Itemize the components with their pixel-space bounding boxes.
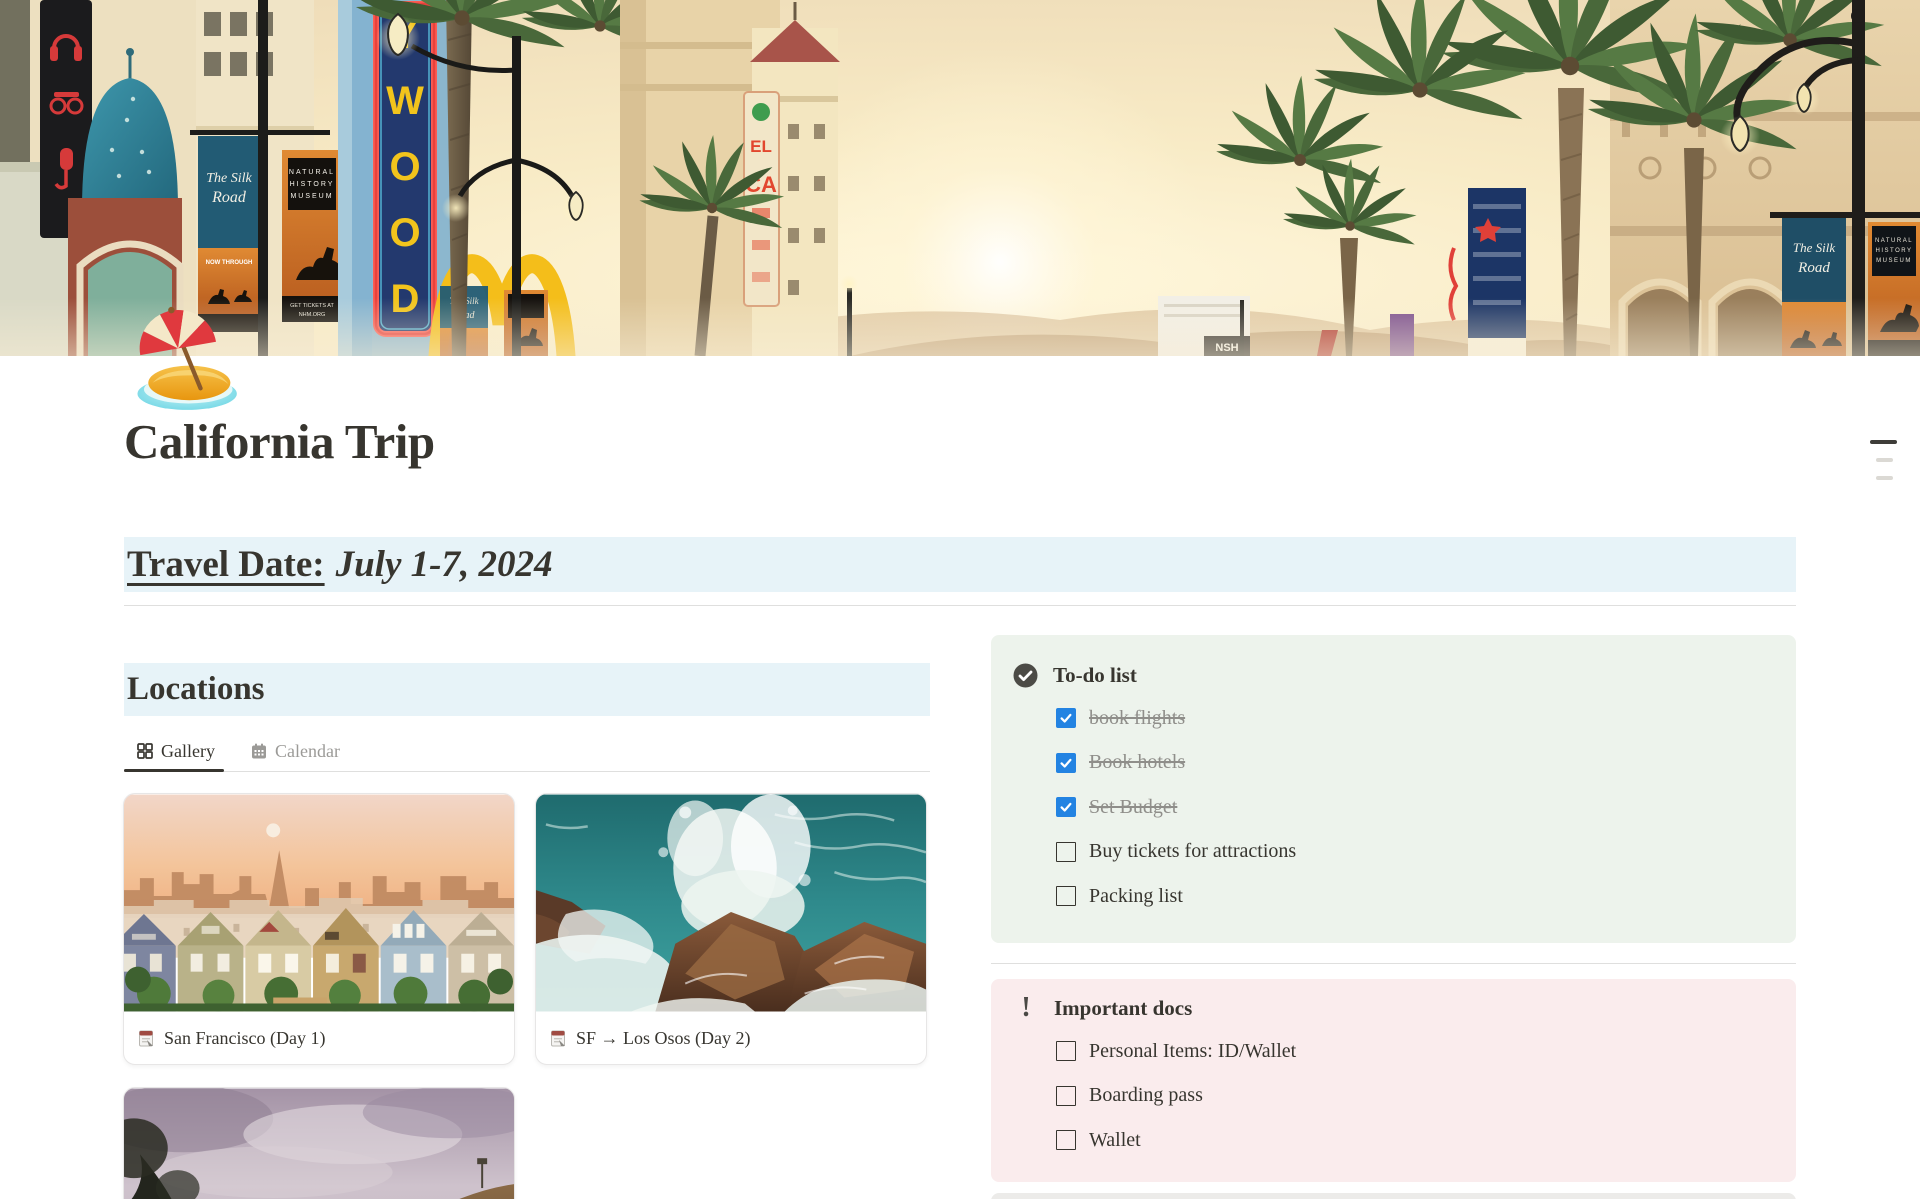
- todo-list-panel: To-do list book flights Book hotels Set …: [991, 635, 1796, 943]
- todo-item-label: Packing list: [1089, 885, 1183, 908]
- locations-heading: Locations: [124, 663, 930, 716]
- toc-line: [1876, 458, 1893, 462]
- cover-image: NSH: [0, 0, 1920, 356]
- tab-calendar[interactable]: Calendar: [251, 731, 340, 771]
- san-francisco-painted-ladies-image: [124, 794, 514, 1012]
- card-title: SF → Los Osos (Day 2): [576, 1028, 751, 1049]
- svg-text:MUSEUM: MUSEUM: [290, 193, 333, 200]
- checkbox-checked[interactable]: [1056, 708, 1076, 728]
- svg-text:Road: Road: [211, 189, 247, 206]
- svg-text:HISTORY: HISTORY: [290, 181, 335, 188]
- todo-item-label: Book hotels: [1089, 751, 1185, 774]
- checkbox-checked[interactable]: [1056, 753, 1076, 773]
- svg-text:MUSEUM: MUSEUM: [1876, 258, 1912, 264]
- todo-header: To-do list: [1013, 663, 1772, 688]
- memo-page-icon: [138, 1030, 155, 1047]
- svg-text:W: W: [386, 79, 424, 123]
- next-panel-edge: [991, 1193, 1796, 1199]
- docs-item: Wallet: [1056, 1118, 1772, 1163]
- divider: [124, 605, 1796, 606]
- ocean-waves-rocks-image: [536, 794, 926, 1012]
- todo-item: book flights: [1056, 696, 1772, 741]
- todo-title: To-do list: [1053, 663, 1137, 688]
- card-caption: SF → Los Osos (Day 2): [536, 1012, 926, 1064]
- important-docs-panel: ! Important docs Personal Items: ID/Wall…: [991, 979, 1796, 1182]
- todo-item: Packing list: [1056, 874, 1772, 919]
- svg-text:The Silk: The Silk: [1793, 240, 1835, 255]
- todo-item: Set Budget: [1056, 785, 1772, 830]
- svg-text:O: O: [389, 145, 420, 189]
- tab-gallery-label: Gallery: [161, 741, 215, 762]
- checkbox-unchecked[interactable]: [1056, 842, 1076, 862]
- checkbox-unchecked[interactable]: [1056, 1041, 1076, 1061]
- gallery-grid-icon: [137, 743, 153, 759]
- toc-line-active: [1870, 440, 1897, 444]
- travel-date-block: Travel Date: July 1-7, 2024: [124, 537, 1796, 592]
- card-title: San Francisco (Day 1): [164, 1028, 325, 1049]
- todo-item-label: Buy tickets for attractions: [1089, 840, 1296, 863]
- view-tabs: Gallery Calendar: [124, 731, 930, 772]
- todo-item: Book hotels: [1056, 741, 1772, 786]
- todo-items: book flights Book hotels Set Budget Buy …: [1056, 696, 1772, 919]
- hollywood-sign-image: HOLLYWOOD: [124, 1088, 514, 1199]
- todo-item: Buy tickets for attractions: [1056, 830, 1772, 875]
- beach-with-umbrella-icon: [131, 303, 239, 411]
- docs-item-label: Personal Items: ID/Wallet: [1089, 1040, 1296, 1063]
- checkbox-unchecked[interactable]: [1056, 1130, 1076, 1150]
- page-title: California Trip: [124, 413, 435, 470]
- todo-item-label: book flights: [1089, 707, 1185, 730]
- museum-banner: NATURAL HISTORY MUSEUM GET TICKETS AT NH…: [282, 150, 342, 322]
- travel-date-label: Travel Date:: [127, 543, 325, 586]
- checkbox-unchecked[interactable]: [1056, 886, 1076, 906]
- card-caption: San Francisco (Day 1): [124, 1012, 514, 1064]
- hollywood-boulevard-sunset-art: NSH: [0, 0, 1920, 356]
- toc-line: [1876, 476, 1893, 480]
- svg-text:Road: Road: [1797, 260, 1830, 276]
- todo-item-label: Set Budget: [1089, 796, 1177, 819]
- calendar-icon: [251, 743, 267, 759]
- check-circle-icon: [1013, 663, 1038, 688]
- checkbox-checked[interactable]: [1056, 797, 1076, 817]
- table-of-contents-indicator[interactable]: [1869, 440, 1897, 494]
- memo-page-icon: [550, 1030, 567, 1047]
- tab-calendar-label: Calendar: [275, 741, 340, 762]
- docs-title: Important docs: [1054, 996, 1192, 1021]
- svg-text:NOW THROUGH: NOW THROUGH: [206, 260, 253, 266]
- svg-text:NATURAL: NATURAL: [289, 169, 335, 176]
- gallery-card-sf-los-osos[interactable]: SF → Los Osos (Day 2): [535, 793, 927, 1065]
- checkbox-unchecked[interactable]: [1056, 1086, 1076, 1106]
- svg-text:O: O: [389, 211, 420, 255]
- docs-item: Boarding pass: [1056, 1074, 1772, 1119]
- gallery-card-hollywood[interactable]: HOLLYWOOD: [123, 1087, 515, 1199]
- exclamation-icon: !: [1013, 993, 1039, 1023]
- page-icon-beach-umbrella[interactable]: [131, 303, 239, 411]
- docs-item: Personal Items: ID/Wallet: [1056, 1029, 1772, 1074]
- docs-item-label: Boarding pass: [1089, 1084, 1203, 1107]
- travel-date-value: July 1-7, 2024: [336, 543, 553, 586]
- svg-text:NATURAL: NATURAL: [1875, 238, 1913, 244]
- divider: [991, 963, 1796, 964]
- svg-text:HISTORY: HISTORY: [1876, 248, 1913, 254]
- docs-items: Personal Items: ID/Wallet Boarding pass …: [1056, 1029, 1772, 1163]
- svg-text:The Silk: The Silk: [206, 171, 252, 186]
- svg-text:EL: EL: [750, 137, 772, 156]
- gallery-card-san-francisco[interactable]: San Francisco (Day 1): [123, 793, 515, 1065]
- docs-item-label: Wallet: [1089, 1129, 1141, 1152]
- docs-header: ! Important docs: [1013, 993, 1772, 1023]
- tab-gallery[interactable]: Gallery: [137, 731, 215, 771]
